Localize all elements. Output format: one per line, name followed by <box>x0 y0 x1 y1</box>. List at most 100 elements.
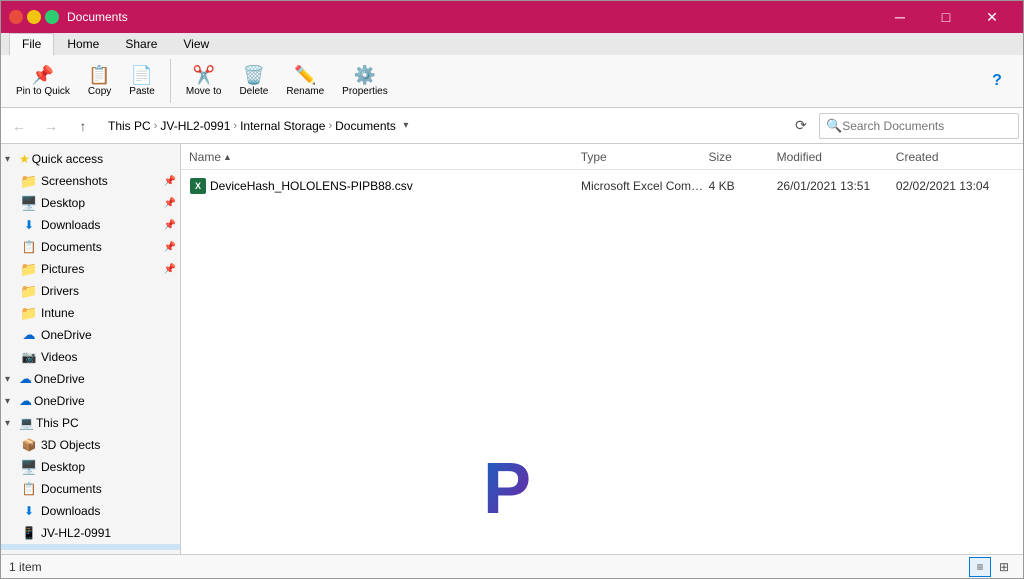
address-bar: ← → ↑ This PC › JV-HL2-0991 › Internal S… <box>1 108 1023 144</box>
pictures-icon: 📁 <box>21 261 37 277</box>
file-type: Microsoft Excel Comma S... <box>581 179 709 193</box>
file-size: 4 KB <box>709 179 777 193</box>
delete-icon: 🗑️ <box>243 65 265 86</box>
thispc-chevron: ▾ <box>5 418 17 429</box>
back-button[interactable]: ← <box>5 112 33 140</box>
window-title: Documents <box>67 10 877 24</box>
file-list: X DeviceHash_HOLOLENS-PIPB88.csv Microso… <box>181 170 1023 554</box>
documents-pc-icon: 📋 <box>21 481 37 497</box>
window: Documents ─ □ ✕ File Home Share View 📌 P… <box>0 0 1024 579</box>
breadcrumb-thispc: This PC <box>108 119 151 133</box>
tab-file[interactable]: File <box>9 33 54 56</box>
onedrive-qa-icon: ☁ <box>21 327 37 343</box>
file-created: 02/02/2021 13:04 <box>896 179 1015 193</box>
sidebar-item-intune[interactable]: 📁 Intune <box>1 302 180 324</box>
tab-view[interactable]: View <box>170 33 222 55</box>
breadcrumb-dropdown[interactable]: ▾ <box>396 113 416 139</box>
view-details-button[interactable]: ≡ <box>969 557 991 577</box>
window-icon-green <box>45 10 59 24</box>
breadcrumb-documents: Documents <box>335 119 396 133</box>
main-content: ▾ ★ Quick access 📁 Screenshots 📌 🖥️ Desk… <box>1 144 1023 554</box>
sidebar-item-drivers[interactable]: 📁 Drivers <box>1 280 180 302</box>
3dobjects-icon: 📦 <box>21 437 37 453</box>
desktop-icon: 🖥️ <box>21 195 37 211</box>
sidebar-item-pictures[interactable]: 📁 Pictures 📌 <box>1 258 180 280</box>
file-modified: 26/01/2021 13:51 <box>777 179 896 193</box>
search-input[interactable] <box>842 119 1002 133</box>
col-type-label: Type <box>581 150 607 164</box>
sidebar-item-internal-storage[interactable]: ─ Internal Storage <box>1 544 180 550</box>
breadcrumb-sep-1: › <box>154 120 158 132</box>
view-icons: ≡ ⊞ <box>969 557 1015 577</box>
screenshots-pin-icon: 📌 <box>164 176 176 187</box>
tab-home[interactable]: Home <box>54 33 112 55</box>
ribbon-properties-button[interactable]: ⚙️ Properties <box>335 62 395 100</box>
ribbon-move-button[interactable]: ✂️ Move to <box>179 62 229 100</box>
sidebar-item-desktop-pc[interactable]: 🖥️ Desktop <box>1 456 180 478</box>
col-size-label: Size <box>708 150 731 164</box>
quick-access-star-icon: ★ <box>19 152 30 166</box>
col-header-modified[interactable]: Modified <box>777 150 896 164</box>
col-header-type[interactable]: Type <box>581 150 709 164</box>
sidebar-item-downloads-pc[interactable]: ⬇ Downloads <box>1 500 180 522</box>
breadcrumb-bar[interactable]: This PC › JV-HL2-0991 › Internal Storage… <box>101 113 783 139</box>
ribbon-copy-button[interactable]: 📋 Copy <box>81 62 118 100</box>
tab-share[interactable]: Share <box>112 33 170 55</box>
maximize-button[interactable]: □ <box>923 1 969 33</box>
drivers-icon: 📁 <box>21 283 37 299</box>
breadcrumb-storage: Internal Storage <box>240 119 325 133</box>
table-row[interactable]: X DeviceHash_HOLOLENS-PIPB88.csv Microso… <box>181 172 1023 200</box>
refresh-button[interactable]: ⟳ <box>787 112 815 140</box>
sidebar-item-desktop[interactable]: 🖥️ Desktop 📌 <box>1 192 180 214</box>
sidebar-label-documents-pc: Documents <box>41 482 102 496</box>
documents-pin-icon: 📌 <box>164 242 176 253</box>
thispc-label: This PC <box>36 416 79 430</box>
quick-access-chevron: ▾ <box>5 154 17 165</box>
col-header-created[interactable]: Created <box>896 150 1015 164</box>
ribbon-paste-button[interactable]: 📄 Paste <box>122 62 162 100</box>
up-button[interactable]: ↑ <box>69 112 97 140</box>
rename-icon: ✏️ <box>294 65 316 86</box>
downloads-icon: ⬇ <box>21 217 37 233</box>
sidebar-item-downloads[interactable]: ⬇ Downloads 📌 <box>1 214 180 236</box>
minimize-button[interactable]: ─ <box>877 1 923 33</box>
quick-access-label: Quick access <box>32 152 103 166</box>
desktop-pc-icon: 🖥️ <box>21 459 37 475</box>
sidebar-label-videos: Videos <box>41 350 77 364</box>
ribbon-pin-button[interactable]: 📌 Pin to Quick <box>9 62 77 100</box>
col-header-name[interactable]: Name ▲ <box>189 150 581 164</box>
svg-text:X: X <box>194 181 200 191</box>
sidebar-item-3dobjects[interactable]: 📦 3D Objects <box>1 434 180 456</box>
ribbon-rename-button[interactable]: ✏️ Rename <box>279 62 331 100</box>
sidebar-label-3dobjects: 3D Objects <box>41 438 100 452</box>
thispc-header[interactable]: ▾ 💻 This PC <box>1 412 180 434</box>
onedrive1-header[interactable]: ▾ ☁ OneDrive <box>1 368 180 390</box>
help-icon: ? <box>992 72 1002 90</box>
sidebar-item-documents[interactable]: 📋 Documents 📌 <box>1 236 180 258</box>
ribbon-delete-button[interactable]: 🗑️ Delete <box>232 62 275 100</box>
sidebar-item-screenshots[interactable]: 📁 Screenshots 📌 <box>1 170 180 192</box>
documents-icon: 📋 <box>21 239 37 255</box>
onedrive2-chevron: ▾ <box>5 396 17 407</box>
onedrive2-header[interactable]: ▾ ☁ OneDrive <box>1 390 180 412</box>
view-large-icons-button[interactable]: ⊞ <box>993 557 1015 577</box>
sidebar-scroll: ▾ ★ Quick access 📁 Screenshots 📌 🖥️ Desk… <box>1 148 180 550</box>
col-created-label: Created <box>896 150 939 164</box>
sidebar-item-documents-pc[interactable]: 📋 Documents <box>1 478 180 500</box>
sidebar: ▾ ★ Quick access 📁 Screenshots 📌 🖥️ Desk… <box>1 144 181 554</box>
sidebar-label-downloads-pc: Downloads <box>41 504 100 518</box>
forward-button[interactable]: → <box>37 112 65 140</box>
breadcrumb-sep-2: › <box>233 120 237 132</box>
col-header-size[interactable]: Size <box>708 150 776 164</box>
file-excel-icon: X <box>189 176 206 196</box>
sidebar-item-onedrive-qa[interactable]: ☁ OneDrive <box>1 324 180 346</box>
sidebar-item-device[interactable]: 📱 JV-HL2-0991 <box>1 522 180 544</box>
column-headers: Name ▲ Type Size Modified Created <box>181 144 1023 170</box>
sidebar-label-desktop-pc: Desktop <box>41 460 85 474</box>
pictures-pin-icon: 📌 <box>164 264 176 275</box>
close-button[interactable]: ✕ <box>969 1 1015 33</box>
sidebar-item-videos[interactable]: 📷 Videos <box>1 346 180 368</box>
desktop-pin-icon: 📌 <box>164 198 176 209</box>
help-button[interactable]: ? <box>979 69 1015 93</box>
quick-access-header[interactable]: ▾ ★ Quick access <box>1 148 180 170</box>
